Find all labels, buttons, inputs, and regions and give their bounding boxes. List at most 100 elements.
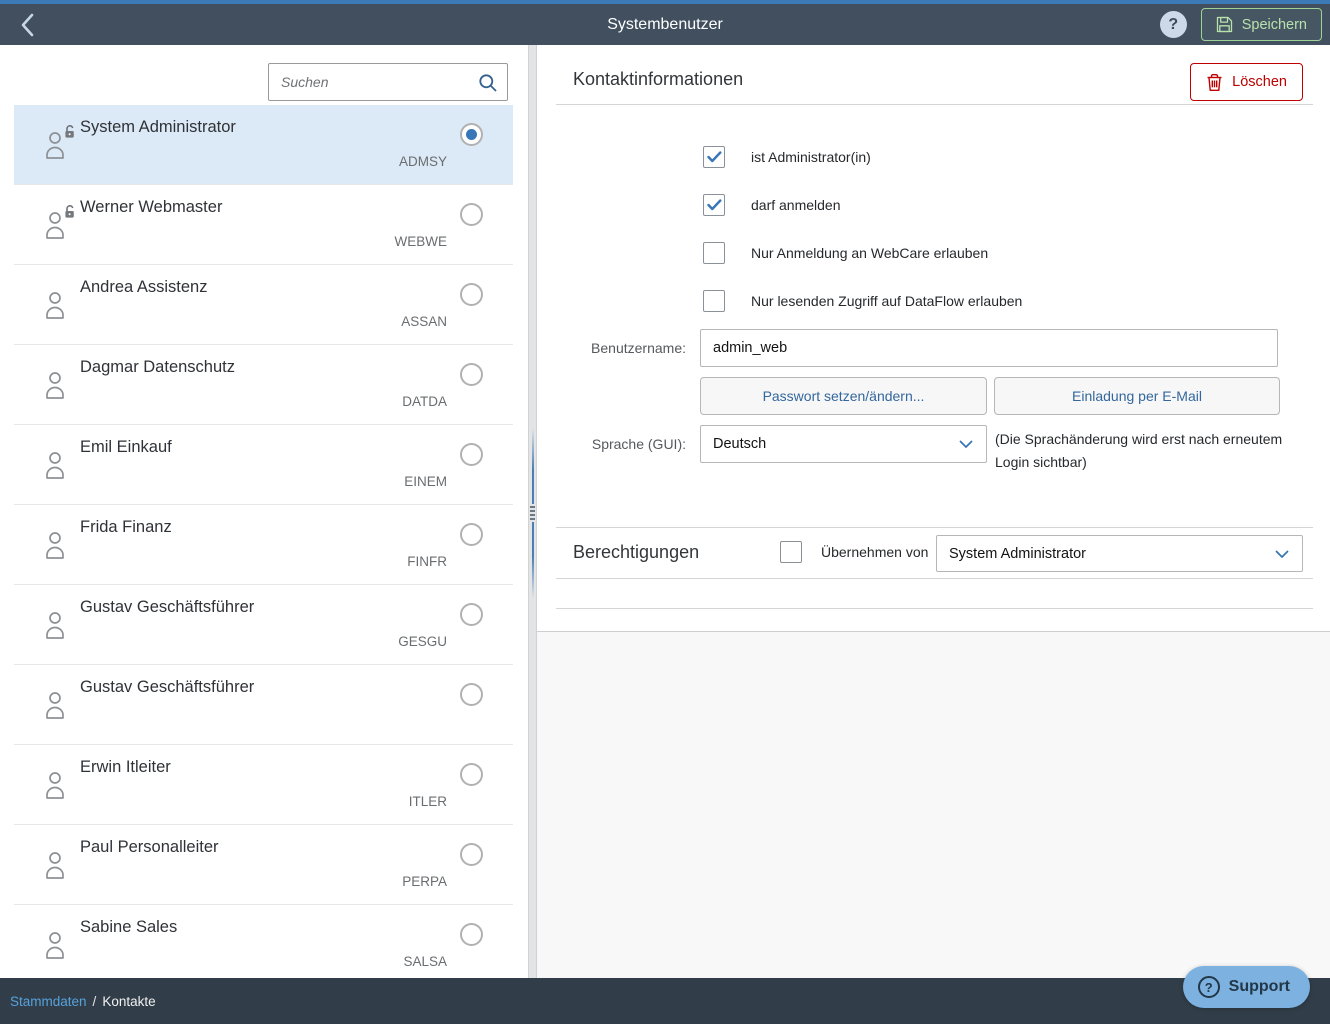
user-radio[interactable]: [460, 683, 483, 706]
page-title: Systembenutzer: [0, 4, 1330, 45]
user-row-emil-einkauf[interactable]: Emil Einkauf EINEM: [14, 425, 513, 505]
user-row-paul-personalleiter[interactable]: Paul Personalleiter PERPA: [14, 825, 513, 905]
user-radio[interactable]: [460, 763, 483, 786]
chevron-down-icon: [959, 440, 973, 449]
user-radio[interactable]: [460, 443, 483, 466]
search-field[interactable]: [268, 63, 508, 101]
set-password-button[interactable]: Passwort setzen/ändern...: [700, 377, 987, 415]
search-icon[interactable]: [478, 73, 498, 93]
user-name: Sabine Sales: [80, 918, 177, 937]
user-name: Gustav Geschäftsführer: [80, 678, 254, 697]
breadcrumb-separator: /: [93, 994, 97, 1009]
divider: [556, 578, 1313, 579]
section-title-kontaktinformationen: Kontaktinformationen: [573, 69, 743, 90]
employee-icon: [42, 530, 70, 560]
user-row-andrea-assistenz[interactable]: Andrea Assistenz ASSAN: [14, 265, 513, 345]
user-radio[interactable]: [460, 363, 483, 386]
chevron-down-icon: [1275, 550, 1289, 559]
inherit-from-label: Übernehmen von: [821, 544, 928, 560]
checkbox-nur-lesend-dataflow[interactable]: [703, 290, 725, 312]
checkbox-darf-anmelden[interactable]: [703, 194, 725, 216]
user-name: Gustav Geschäftsführer: [80, 598, 254, 617]
user-code: FINFR: [407, 554, 447, 569]
user-code: ITLER: [409, 794, 447, 809]
systembenutzer-window: Systembenutzer ? Speichern System Admini…: [0, 0, 1330, 1024]
user-code: GESGU: [398, 634, 447, 649]
panel-splitter[interactable]: [528, 45, 537, 978]
user-radio[interactable]: [460, 603, 483, 626]
username-input[interactable]: [700, 329, 1278, 367]
save-button[interactable]: Speichern: [1201, 8, 1322, 41]
divider: [556, 608, 1313, 609]
user-row-gustav-geschaeftsfuehrer-1[interactable]: Gustav Geschäftsführer GESGU: [14, 585, 513, 665]
email-invitation-button[interactable]: Einladung per E-Mail: [994, 377, 1280, 415]
breadcrumb-link-stammdaten[interactable]: Stammdaten: [10, 994, 87, 1009]
user-name: Erwin Itleiter: [80, 758, 171, 777]
user-radio[interactable]: [460, 283, 483, 306]
checkbox-label: Nur lesenden Zugriff auf DataFlow erlaub…: [751, 293, 1022, 309]
user-row-werner-webmaster[interactable]: Werner Webmaster WEBWE: [14, 185, 513, 265]
user-code: ASSAN: [401, 314, 447, 329]
user-name: Frida Finanz: [80, 518, 172, 537]
employee-icon: [42, 450, 70, 480]
language-select[interactable]: Deutsch: [700, 425, 987, 463]
user-code: DATDA: [402, 394, 447, 409]
section-title-berechtigungen: Berechtigungen: [573, 542, 699, 563]
splitter-grip-icon[interactable]: [530, 506, 535, 520]
delete-button-label: Löschen: [1232, 74, 1287, 90]
help-button[interactable]: ?: [1160, 11, 1187, 38]
option-row-administrator: ist Administrator(in): [703, 146, 871, 168]
user-radio[interactable]: [460, 923, 483, 946]
user-row-gustav-geschaeftsfuehrer-2[interactable]: Gustav Geschäftsführer: [14, 665, 513, 745]
employee-lock-icon: [42, 130, 70, 160]
app-footer: Stammdaten / Kontakte: [0, 978, 1330, 1024]
user-list-panel: System Administrator ADMSY Werner Webmas…: [0, 45, 528, 978]
user-radio[interactable]: [460, 203, 483, 226]
user-row-sabine-sales[interactable]: Sabine Sales SALSA: [14, 905, 513, 978]
user-name: Emil Einkauf: [80, 438, 172, 457]
support-button[interactable]: ? Support: [1183, 966, 1310, 1008]
user-row-erwin-itleiter[interactable]: Erwin Itleiter ITLER: [14, 745, 513, 825]
user-radio[interactable]: [460, 123, 483, 146]
user-row-dagmar-datenschutz[interactable]: Dagmar Datenschutz DATDA: [14, 345, 513, 425]
language-change-note: (Die Sprachänderung wird erst nach erneu…: [995, 428, 1305, 474]
user-row-frida-finanz[interactable]: Frida Finanz FINFR: [14, 505, 513, 585]
search-input[interactable]: [269, 64, 507, 100]
employee-icon: [42, 370, 70, 400]
user-radio[interactable]: [460, 523, 483, 546]
inherit-from-select[interactable]: System Administrator: [936, 535, 1303, 572]
username-label: Benutzername:: [537, 329, 686, 367]
breadcrumb-current-kontakte: Kontakte: [102, 994, 155, 1009]
option-row-webcare: Nur Anmeldung an WebCare erlauben: [703, 242, 988, 264]
user-row-system-administrator[interactable]: System Administrator ADMSY: [14, 105, 513, 185]
employee-icon: [42, 690, 70, 720]
user-name: Dagmar Datenschutz: [80, 358, 235, 377]
delete-button[interactable]: Löschen: [1190, 63, 1303, 101]
splitter-line: [532, 522, 534, 598]
support-button-label: Support: [1229, 978, 1290, 996]
splitter-line: [532, 428, 534, 504]
language-label: Sprache (GUI):: [537, 425, 686, 463]
user-code: SALSA: [403, 954, 447, 969]
question-circle-icon: ?: [1198, 976, 1220, 998]
employee-icon: [42, 290, 70, 320]
user-name: Werner Webmaster: [80, 198, 222, 217]
checkbox-label: ist Administrator(in): [751, 149, 871, 165]
checkbox-ist-administrator[interactable]: [703, 146, 725, 168]
divider: [556, 527, 1313, 528]
top-accent-strip: [0, 0, 1330, 4]
trash-icon: [1206, 73, 1223, 92]
inherit-from-selected-value: System Administrator: [949, 546, 1086, 562]
option-row-dataflow: Nur lesenden Zugriff auf DataFlow erlaub…: [703, 290, 1022, 312]
user-radio[interactable]: [460, 843, 483, 866]
detail-card: Kontaktinformationen Löschen ist Adminis…: [537, 45, 1330, 632]
employee-icon: [42, 770, 70, 800]
divider: [556, 104, 1313, 105]
checkbox-nur-webcare[interactable]: [703, 242, 725, 264]
floppy-disk-icon: [1216, 16, 1233, 33]
user-code: ADMSY: [399, 154, 447, 169]
question-mark-icon: ?: [1168, 16, 1178, 34]
checkbox-uebernehmen-von[interactable]: [780, 541, 802, 563]
employee-icon: [42, 930, 70, 960]
detail-panel: Kontaktinformationen Löschen ist Adminis…: [537, 45, 1330, 978]
